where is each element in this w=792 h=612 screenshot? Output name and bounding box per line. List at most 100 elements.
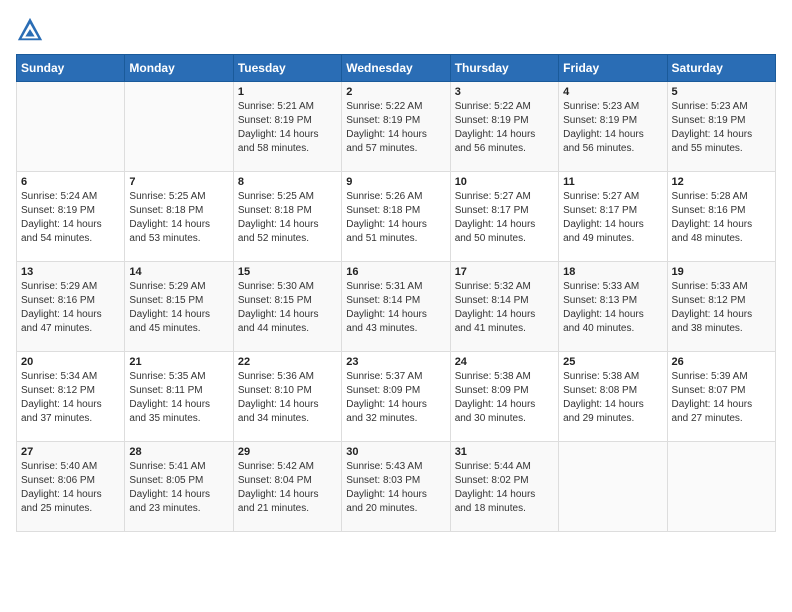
day-number: 1	[238, 86, 337, 98]
day-cell: 29Sunrise: 5:42 AMSunset: 8:04 PMDayligh…	[233, 442, 341, 532]
week-row-3: 13 Sunrise: 5:29 AMSunset: 8:16 PMDayligh…	[17, 262, 776, 352]
day-number: 5	[672, 86, 771, 98]
day-info: Sunrise: 5:22 AMSunset: 8:19 PMDaylight:…	[455, 100, 554, 156]
day-cell: 20 Sunrise: 5:34 AMSunset: 8:12 PMDayligh…	[17, 352, 125, 442]
day-info: Sunrise: 5:31 AMSunset: 8:14 PMDaylight:…	[346, 280, 445, 336]
day-info: Sunrise: 5:39 AMSunset: 8:07 PMDaylight:…	[672, 370, 771, 426]
day-number: 14	[129, 266, 228, 278]
day-cell	[559, 442, 667, 532]
day-info: Sunrise: 5:25 AMSunset: 8:18 PMDaylight:…	[129, 190, 228, 246]
day-number: 26	[672, 356, 771, 368]
day-number: 17	[455, 266, 554, 278]
day-cell: 19Sunrise: 5:33 AMSunset: 8:12 PMDayligh…	[667, 262, 775, 352]
day-info: Sunrise: 5:43 AMSunset: 8:03 PMDaylight:…	[346, 460, 445, 516]
day-number: 12	[672, 176, 771, 188]
day-number: 24	[455, 356, 554, 368]
day-info: Sunrise: 5:27 AMSunset: 8:17 PMDaylight:…	[455, 190, 554, 246]
day-cell: 21 Sunrise: 5:35 AMSunset: 8:11 PMDayligh…	[125, 352, 233, 442]
day-number: 22	[238, 356, 337, 368]
day-number: 2	[346, 86, 445, 98]
day-info: Sunrise: 5:36 AMSunset: 8:10 PMDaylight:…	[238, 370, 337, 426]
day-number: 8	[238, 176, 337, 188]
day-number: 7	[129, 176, 228, 188]
day-cell: 26 Sunrise: 5:39 AMSunset: 8:07 PMDayligh…	[667, 352, 775, 442]
day-info: Sunrise: 5:38 AMSunset: 8:08 PMDaylight:…	[563, 370, 662, 426]
day-info: Sunrise: 5:32 AMSunset: 8:14 PMDaylight:…	[455, 280, 554, 336]
logo-icon	[16, 16, 44, 44]
day-cell: 9 Sunrise: 5:26 AMSunset: 8:18 PMDaylight…	[342, 172, 450, 262]
day-cell: 13 Sunrise: 5:29 AMSunset: 8:16 PMDayligh…	[17, 262, 125, 352]
day-info: Sunrise: 5:29 AMSunset: 8:15 PMDaylight:…	[129, 280, 228, 336]
day-number: 3	[455, 86, 554, 98]
header-cell-wednesday: Wednesday	[342, 55, 450, 82]
day-info: Sunrise: 5:41 AMSunset: 8:05 PMDaylight:…	[129, 460, 228, 516]
calendar-body: 1 Sunrise: 5:21 AMSunset: 8:19 PMDaylight…	[17, 82, 776, 532]
day-cell: 8 Sunrise: 5:25 AMSunset: 8:18 PMDaylight…	[233, 172, 341, 262]
day-cell: 10 Sunrise: 5:27 AMSunset: 8:17 PMDayligh…	[450, 172, 558, 262]
day-cell: 6 Sunrise: 5:24 AMSunset: 8:19 PMDaylight…	[17, 172, 125, 262]
day-cell: 15 Sunrise: 5:30 AMSunset: 8:15 PMDayligh…	[233, 262, 341, 352]
day-cell: 3 Sunrise: 5:22 AMSunset: 8:19 PMDaylight…	[450, 82, 558, 172]
day-number: 11	[563, 176, 662, 188]
day-number: 23	[346, 356, 445, 368]
day-number: 10	[455, 176, 554, 188]
day-cell: 30 Sunrise: 5:43 AMSunset: 8:03 PMDayligh…	[342, 442, 450, 532]
day-info: Sunrise: 5:40 AMSunset: 8:06 PMDaylight:…	[21, 460, 120, 516]
day-cell: 11 Sunrise: 5:27 AMSunset: 8:17 PMDayligh…	[559, 172, 667, 262]
day-info: Sunrise: 5:34 AMSunset: 8:12 PMDaylight:…	[21, 370, 120, 426]
day-cell: 7 Sunrise: 5:25 AMSunset: 8:18 PMDaylight…	[125, 172, 233, 262]
day-info: Sunrise: 5:23 AMSunset: 8:19 PMDaylight:…	[563, 100, 662, 156]
day-number: 31	[455, 446, 554, 458]
day-info: Sunrise: 5:28 AMSunset: 8:16 PMDaylight:…	[672, 190, 771, 246]
day-cell: 31 Sunrise: 5:44 AMSunset: 8:02 PMDayligh…	[450, 442, 558, 532]
day-info: Sunrise: 5:26 AMSunset: 8:18 PMDaylight:…	[346, 190, 445, 246]
day-info: Sunrise: 5:35 AMSunset: 8:11 PMDaylight:…	[129, 370, 228, 426]
day-info: Sunrise: 5:38 AMSunset: 8:09 PMDaylight:…	[455, 370, 554, 426]
day-cell: 2 Sunrise: 5:22 AMSunset: 8:19 PMDaylight…	[342, 82, 450, 172]
day-number: 16	[346, 266, 445, 278]
header-cell-saturday: Saturday	[667, 55, 775, 82]
day-info: Sunrise: 5:44 AMSunset: 8:02 PMDaylight:…	[455, 460, 554, 516]
day-cell: 4 Sunrise: 5:23 AMSunset: 8:19 PMDaylight…	[559, 82, 667, 172]
week-row-2: 6 Sunrise: 5:24 AMSunset: 8:19 PMDaylight…	[17, 172, 776, 262]
day-number: 6	[21, 176, 120, 188]
day-number: 15	[238, 266, 337, 278]
day-cell: 27Sunrise: 5:40 AMSunset: 8:06 PMDayligh…	[17, 442, 125, 532]
day-info: Sunrise: 5:22 AMSunset: 8:19 PMDaylight:…	[346, 100, 445, 156]
day-cell	[125, 82, 233, 172]
day-cell: 25 Sunrise: 5:38 AMSunset: 8:08 PMDayligh…	[559, 352, 667, 442]
week-row-5: 27Sunrise: 5:40 AMSunset: 8:06 PMDayligh…	[17, 442, 776, 532]
day-number: 20	[21, 356, 120, 368]
header-cell-monday: Monday	[125, 55, 233, 82]
day-info: Sunrise: 5:37 AMSunset: 8:09 PMDaylight:…	[346, 370, 445, 426]
day-cell: 5 Sunrise: 5:23 AMSunset: 8:19 PMDaylight…	[667, 82, 775, 172]
day-number: 13	[21, 266, 120, 278]
day-number: 21	[129, 356, 228, 368]
day-number: 4	[563, 86, 662, 98]
day-number: 9	[346, 176, 445, 188]
day-cell: 1 Sunrise: 5:21 AMSunset: 8:19 PMDaylight…	[233, 82, 341, 172]
day-cell: 18Sunrise: 5:33 AMSunset: 8:13 PMDayligh…	[559, 262, 667, 352]
header-cell-friday: Friday	[559, 55, 667, 82]
day-cell	[17, 82, 125, 172]
day-cell: 16 Sunrise: 5:31 AMSunset: 8:14 PMDayligh…	[342, 262, 450, 352]
day-cell: 12 Sunrise: 5:28 AMSunset: 8:16 PMDayligh…	[667, 172, 775, 262]
day-number: 30	[346, 446, 445, 458]
day-info: Sunrise: 5:21 AMSunset: 8:19 PMDaylight:…	[238, 100, 337, 156]
header-cell-thursday: Thursday	[450, 55, 558, 82]
week-row-1: 1 Sunrise: 5:21 AMSunset: 8:19 PMDaylight…	[17, 82, 776, 172]
day-info: Sunrise: 5:29 AMSunset: 8:16 PMDaylight:…	[21, 280, 120, 336]
day-info: Sunrise: 5:27 AMSunset: 8:17 PMDaylight:…	[563, 190, 662, 246]
day-info: Sunrise: 5:23 AMSunset: 8:19 PMDaylight:…	[672, 100, 771, 156]
header-cell-tuesday: Tuesday	[233, 55, 341, 82]
day-number: 29	[238, 446, 337, 458]
logo	[16, 16, 48, 44]
day-info: Sunrise: 5:24 AMSunset: 8:19 PMDaylight:…	[21, 190, 120, 246]
day-info: Sunrise: 5:30 AMSunset: 8:15 PMDaylight:…	[238, 280, 337, 336]
day-info: Sunrise: 5:25 AMSunset: 8:18 PMDaylight:…	[238, 190, 337, 246]
day-cell: 28Sunrise: 5:41 AMSunset: 8:05 PMDayligh…	[125, 442, 233, 532]
day-cell: 14 Sunrise: 5:29 AMSunset: 8:15 PMDayligh…	[125, 262, 233, 352]
day-number: 25	[563, 356, 662, 368]
header-cell-sunday: Sunday	[17, 55, 125, 82]
day-cell: 17 Sunrise: 5:32 AMSunset: 8:14 PMDayligh…	[450, 262, 558, 352]
